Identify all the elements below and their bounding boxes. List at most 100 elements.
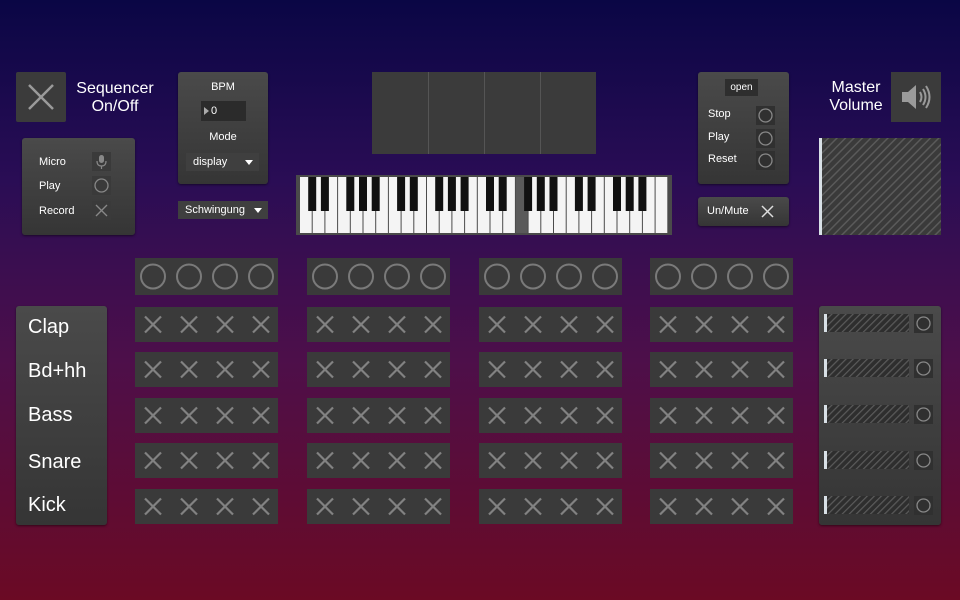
step-toggle-button[interactable] bbox=[244, 352, 278, 387]
microphone-button[interactable] bbox=[92, 152, 111, 171]
sequencer-toggle-button[interactable] bbox=[16, 72, 66, 122]
step-toggle-button[interactable] bbox=[687, 443, 721, 478]
step-toggle-button[interactable] bbox=[344, 443, 378, 478]
mode-select[interactable]: display bbox=[186, 153, 259, 171]
channel-mute-button[interactable] bbox=[914, 313, 933, 333]
channel-volume-slider[interactable] bbox=[824, 314, 909, 332]
step-toggle-button[interactable] bbox=[723, 489, 757, 524]
step-toggle-button[interactable] bbox=[344, 489, 378, 524]
step-toggle-button[interactable] bbox=[208, 307, 242, 342]
step-toggle-button[interactable] bbox=[480, 443, 514, 478]
piano-black-key[interactable] bbox=[409, 177, 418, 211]
step-toggle-button[interactable] bbox=[416, 443, 450, 478]
stop-button[interactable] bbox=[756, 106, 775, 125]
piano-black-key[interactable] bbox=[587, 177, 596, 211]
step-toggle-button[interactable] bbox=[416, 489, 450, 524]
step-toggle-button[interactable] bbox=[516, 307, 550, 342]
channel-volume-slider[interactable] bbox=[824, 359, 909, 377]
channel-volume-slider[interactable] bbox=[824, 496, 909, 514]
input-play-button[interactable] bbox=[92, 176, 111, 195]
step-toggle-button[interactable] bbox=[759, 443, 793, 478]
step-toggle-button[interactable] bbox=[208, 443, 242, 478]
piano-black-key[interactable] bbox=[625, 177, 634, 211]
piano-black-key[interactable] bbox=[447, 177, 456, 211]
step-toggle-button[interactable] bbox=[480, 352, 514, 387]
step-toggle-button[interactable] bbox=[723, 352, 757, 387]
piano-black-key[interactable] bbox=[435, 177, 444, 211]
step-toggle-button[interactable] bbox=[687, 489, 721, 524]
step-toggle-button[interactable] bbox=[552, 489, 586, 524]
unmute-button[interactable]: Un/Mute bbox=[698, 197, 789, 226]
piano-black-key[interactable] bbox=[397, 177, 406, 211]
step-toggle-button[interactable] bbox=[172, 352, 206, 387]
step-toggle-button[interactable] bbox=[651, 352, 685, 387]
piano-black-key[interactable] bbox=[498, 177, 507, 211]
step-toggle-button[interactable] bbox=[651, 307, 685, 342]
master-volume-meter[interactable] bbox=[819, 138, 941, 235]
open-button[interactable]: open bbox=[725, 79, 758, 96]
step-toggle-button[interactable] bbox=[244, 443, 278, 478]
step-toggle-button[interactable] bbox=[759, 489, 793, 524]
piano-black-key[interactable] bbox=[613, 177, 621, 211]
step-toggle-button[interactable] bbox=[723, 443, 757, 478]
step-toggle-button[interactable] bbox=[136, 352, 170, 387]
step-toggle-button[interactable] bbox=[480, 398, 514, 433]
piano-black-key[interactable] bbox=[346, 177, 355, 211]
piano-black-key[interactable] bbox=[371, 177, 380, 211]
step-toggle-button[interactable] bbox=[380, 352, 414, 387]
step-toggle-button[interactable] bbox=[344, 352, 378, 387]
piano-black-key[interactable] bbox=[638, 177, 647, 211]
step-toggle-button[interactable] bbox=[687, 398, 721, 433]
step-toggle-button[interactable] bbox=[380, 307, 414, 342]
step-toggle-button[interactable] bbox=[588, 307, 622, 342]
step-toggle-button[interactable] bbox=[651, 398, 685, 433]
channel-mute-button[interactable] bbox=[914, 404, 933, 424]
step-toggle-button[interactable] bbox=[244, 307, 278, 342]
step-toggle-button[interactable] bbox=[208, 398, 242, 433]
step-toggle-button[interactable] bbox=[308, 489, 342, 524]
piano-black-key[interactable] bbox=[308, 177, 317, 211]
piano-black-key[interactable] bbox=[486, 177, 494, 211]
step-toggle-button[interactable] bbox=[723, 307, 757, 342]
step-toggle-button[interactable] bbox=[172, 443, 206, 478]
piano-black-key[interactable] bbox=[320, 177, 329, 211]
piano-black-key[interactable] bbox=[359, 177, 367, 211]
piano-black-key[interactable] bbox=[460, 177, 469, 211]
step-toggle-button[interactable] bbox=[416, 352, 450, 387]
step-toggle-button[interactable] bbox=[344, 398, 378, 433]
step-toggle-button[interactable] bbox=[552, 398, 586, 433]
step-toggle-button[interactable] bbox=[172, 307, 206, 342]
step-toggle-button[interactable] bbox=[759, 307, 793, 342]
reset-button[interactable] bbox=[756, 151, 775, 170]
step-toggle-button[interactable] bbox=[588, 398, 622, 433]
step-toggle-button[interactable] bbox=[516, 489, 550, 524]
step-toggle-button[interactable] bbox=[136, 443, 170, 478]
step-toggle-button[interactable] bbox=[244, 398, 278, 433]
step-toggle-button[interactable] bbox=[588, 443, 622, 478]
step-toggle-button[interactable] bbox=[552, 443, 586, 478]
step-toggle-button[interactable] bbox=[308, 398, 342, 433]
play-button[interactable] bbox=[756, 129, 775, 148]
step-toggle-button[interactable] bbox=[136, 398, 170, 433]
step-toggle-button[interactable] bbox=[687, 352, 721, 387]
step-toggle-button[interactable] bbox=[380, 398, 414, 433]
step-toggle-button[interactable] bbox=[759, 352, 793, 387]
channel-mute-button[interactable] bbox=[914, 358, 933, 378]
step-toggle-button[interactable] bbox=[759, 398, 793, 433]
step-toggle-button[interactable] bbox=[651, 489, 685, 524]
step-toggle-button[interactable] bbox=[651, 443, 685, 478]
channel-mute-button[interactable] bbox=[914, 495, 933, 515]
piano-black-key[interactable] bbox=[536, 177, 545, 211]
step-toggle-button[interactable] bbox=[723, 398, 757, 433]
step-toggle-button[interactable] bbox=[552, 352, 586, 387]
step-toggle-button[interactable] bbox=[308, 443, 342, 478]
step-toggle-button[interactable] bbox=[588, 489, 622, 524]
step-toggle-button[interactable] bbox=[516, 398, 550, 433]
step-toggle-button[interactable] bbox=[172, 489, 206, 524]
step-toggle-button[interactable] bbox=[344, 307, 378, 342]
step-toggle-button[interactable] bbox=[516, 443, 550, 478]
channel-mute-button[interactable] bbox=[914, 450, 933, 470]
step-toggle-button[interactable] bbox=[208, 352, 242, 387]
channel-volume-slider[interactable] bbox=[824, 405, 909, 423]
bpm-number-input[interactable]: 0 bbox=[201, 101, 246, 121]
